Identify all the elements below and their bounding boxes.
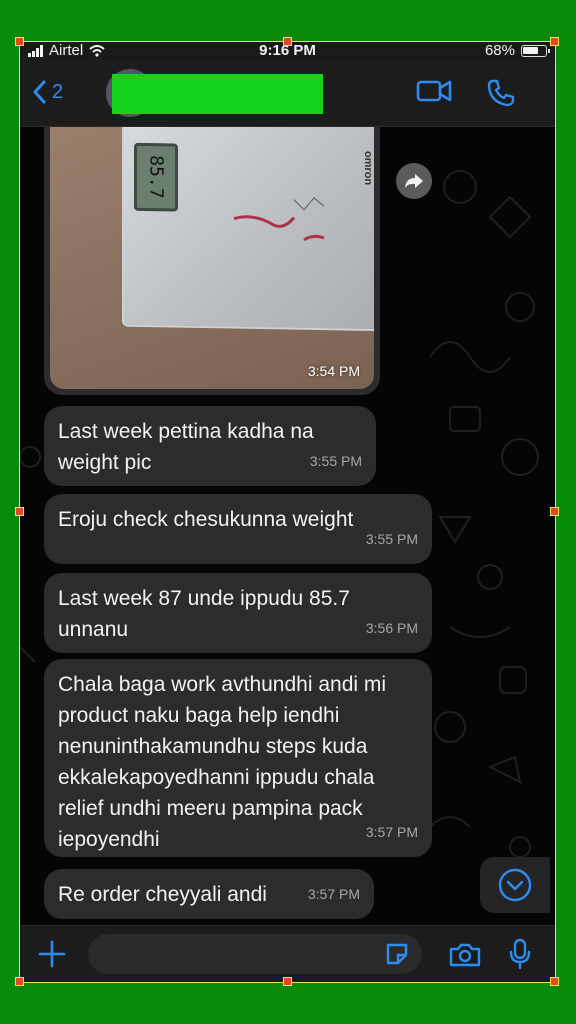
photo-message[interactable]: 85.7 omron 3:54 PM (44, 127, 380, 395)
scroll-to-bottom-button[interactable] (480, 857, 550, 913)
message-bubble[interactable]: Last week 87 unde ippudu 85.7 unnanu 3:5… (44, 573, 432, 653)
message-composer (20, 925, 555, 982)
forward-arrow-icon (405, 174, 423, 188)
resize-handle[interactable] (283, 977, 292, 986)
resize-handle[interactable] (15, 977, 24, 986)
message-text: Chala baga work avthundhi andi mi produc… (58, 673, 387, 851)
battery-info: 68% (484, 42, 550, 59)
microphone-icon[interactable] (508, 938, 532, 970)
resize-handle[interactable] (15, 507, 24, 516)
resize-handle[interactable] (283, 37, 292, 46)
back-button[interactable]: 2 (32, 80, 63, 104)
phone-icon[interactable] (486, 78, 516, 108)
message-bubble[interactable]: Last week pettina kadha na weight pic 3:… (44, 406, 376, 486)
message-text: Last week 87 unde ippudu 85.7 unnanu (58, 587, 350, 641)
battery-icon (521, 44, 550, 57)
battery-percent: 68% (484, 42, 515, 59)
forward-button[interactable] (396, 163, 432, 199)
message-bubble[interactable]: Re order cheyyali andi 3:57 PM (44, 869, 374, 919)
message-time: 3:55 PM (309, 453, 362, 469)
sticker-icon[interactable] (384, 941, 410, 967)
resize-handle[interactable] (550, 507, 559, 516)
camera-icon[interactable] (448, 942, 482, 968)
scale-brand: omron (362, 150, 374, 186)
chevron-down-circle-icon (498, 868, 532, 902)
resize-handle[interactable] (15, 37, 24, 46)
resize-handle[interactable] (550, 977, 559, 986)
message-input[interactable] (88, 934, 422, 974)
message-text: Eroju check chesukunna weight (58, 508, 354, 531)
message-bubble[interactable]: Chala baga work avthundhi andi mi produc… (44, 659, 432, 857)
chat-header: 2 (20, 60, 555, 127)
scale-display: 85.7 (134, 142, 178, 212)
red-marks (233, 197, 325, 242)
resize-handle[interactable] (550, 37, 559, 46)
scale-image: 85.7 omron (122, 127, 374, 332)
plus-icon[interactable] (38, 940, 66, 968)
message-time: 3:55 PM (365, 531, 418, 547)
chevron-left-icon (33, 80, 46, 104)
contact-name-redaction[interactable] (112, 74, 323, 114)
chat-area[interactable]: 85.7 omron 3:54 PM Last week pettina kad… (20, 127, 555, 927)
phone-screen: Airtel 9:16 PM 68% 2 85.7 omron 3:54 PM … (20, 42, 555, 982)
message-time: 3:56 PM (365, 620, 418, 636)
video-camera-icon[interactable] (416, 78, 452, 104)
unread-count: 2 (52, 80, 64, 103)
message-time: 3:54 PM (307, 363, 360, 379)
weight-scale-photo[interactable]: 85.7 omron 3:54 PM (50, 127, 374, 389)
message-time: 3:57 PM (365, 824, 418, 840)
message-time: 3:57 PM (307, 886, 360, 902)
message-bubble[interactable]: Eroju check chesukunna weight 3:55 PM (44, 494, 432, 564)
